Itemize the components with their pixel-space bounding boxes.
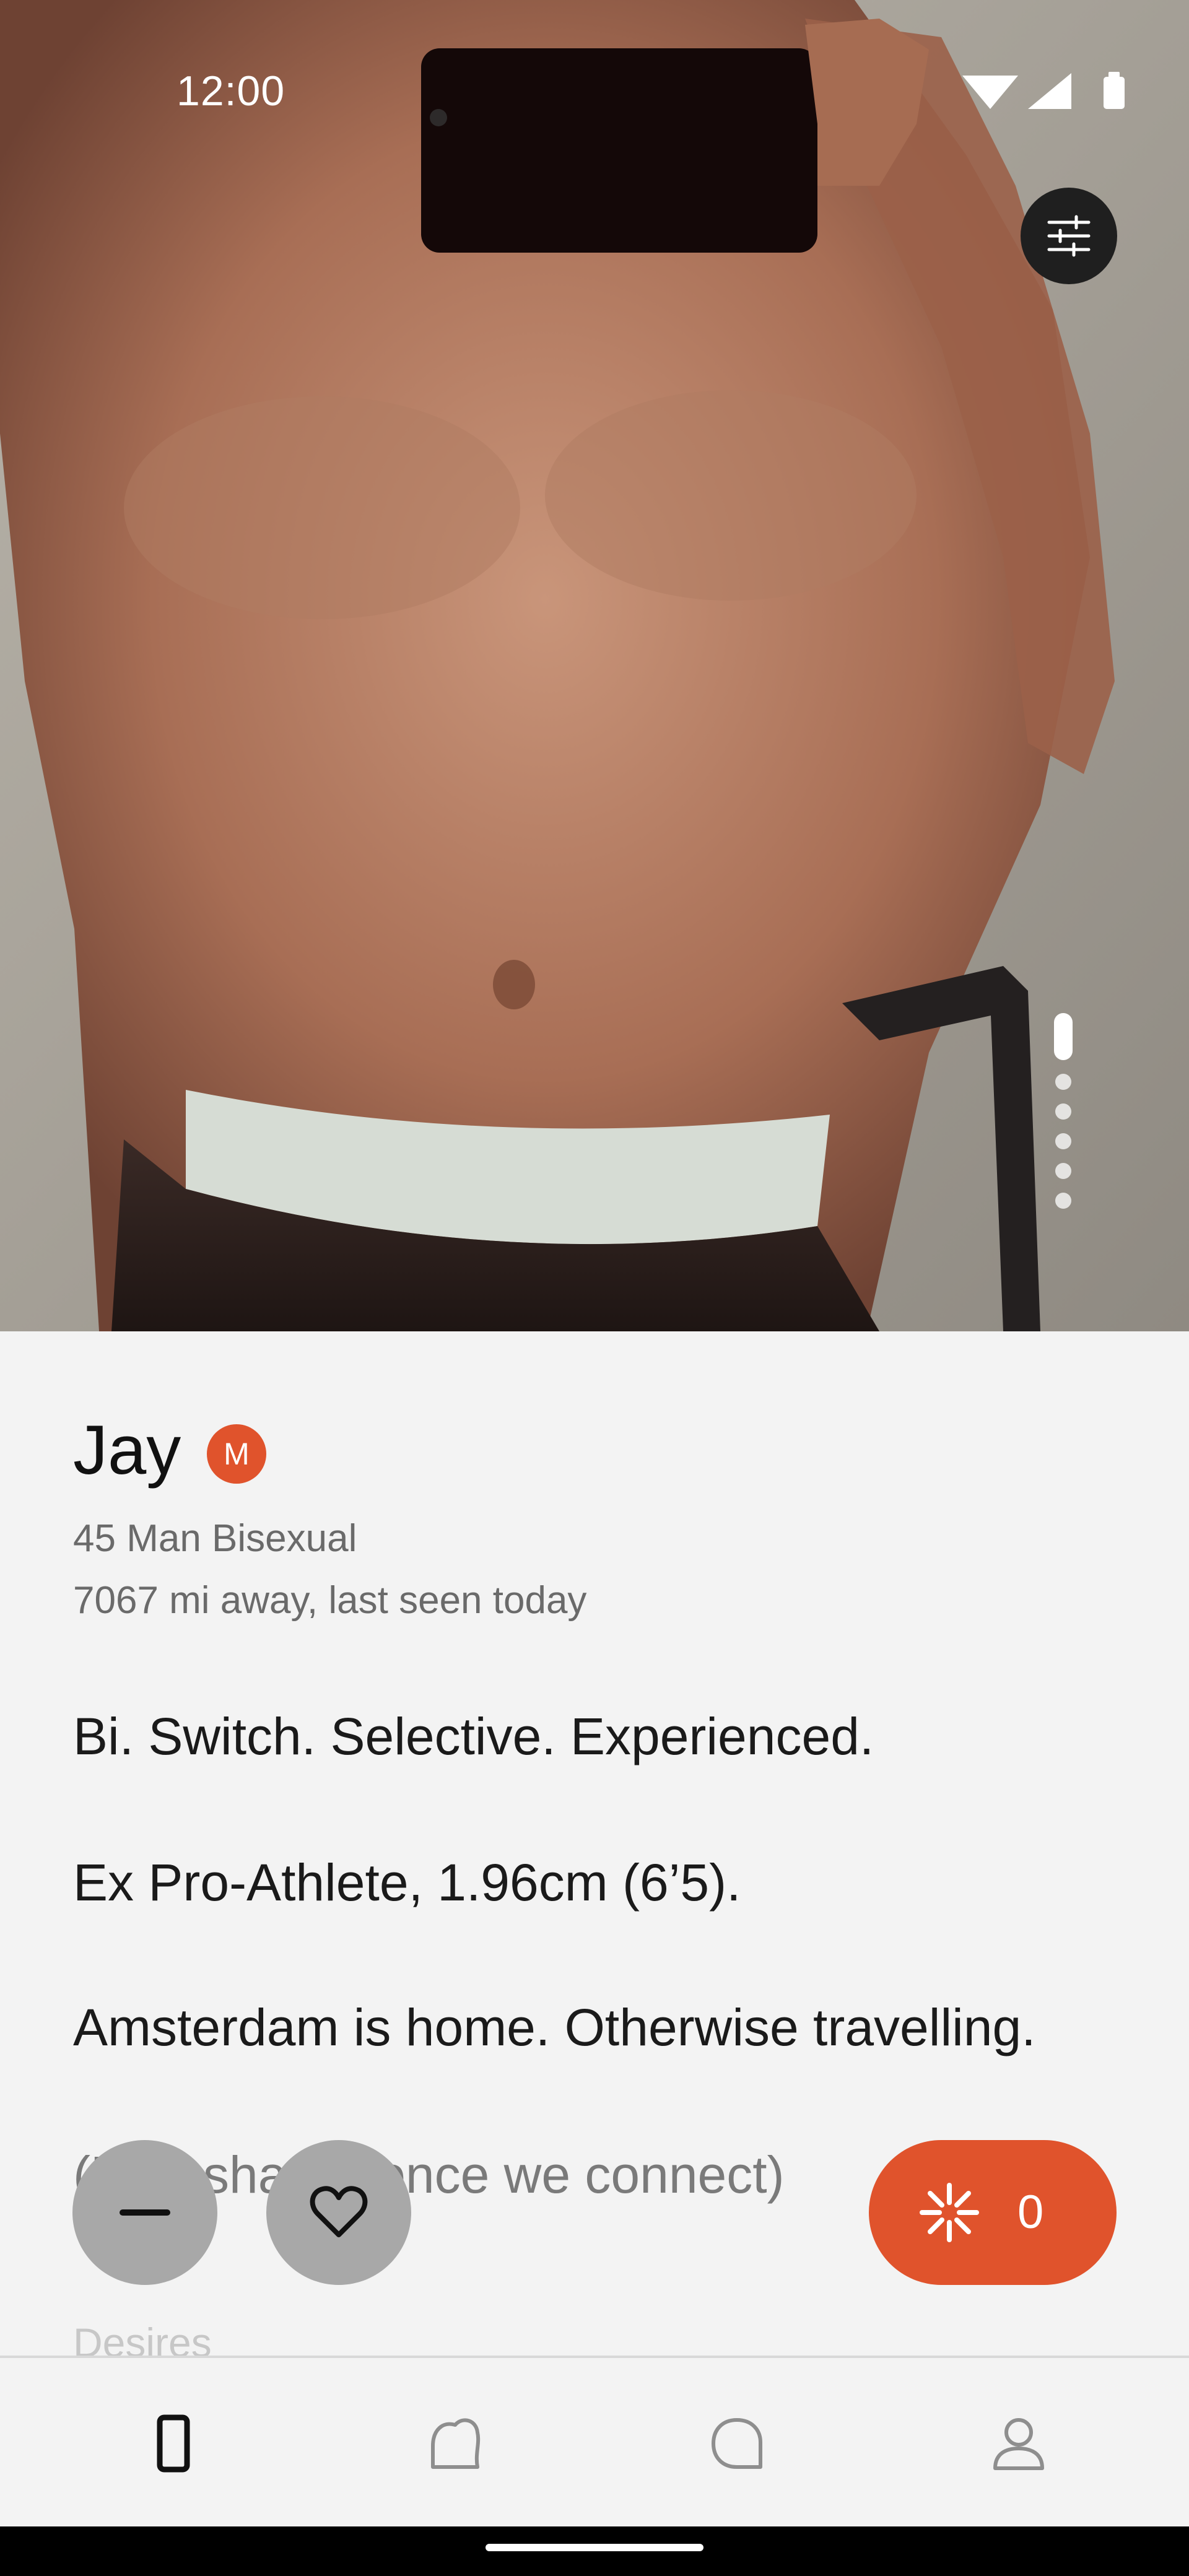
- person-icon: [993, 2418, 1044, 2470]
- sliders-icon: [1047, 215, 1091, 257]
- pager-dot-active[interactable]: [1054, 1013, 1073, 1060]
- profile-photo[interactable]: 12:00: [0, 0, 1189, 1331]
- heart-icon: [310, 2186, 368, 2237]
- pager-dot[interactable]: [1055, 1103, 1071, 1120]
- member-badge: M: [207, 1424, 266, 1484]
- profile-name: Jay: [73, 1411, 181, 1489]
- status-time: 12:00: [176, 67, 285, 115]
- pager-dot[interactable]: [1055, 1133, 1071, 1149]
- cellular-signal-icon: [1028, 73, 1071, 109]
- pager-dot[interactable]: [1055, 1074, 1071, 1090]
- bio-line: Bi. Switch. Selective. Experienced.: [73, 1707, 874, 1765]
- bio-line: Ex Pro-Athlete, 1.96cm (6’5).: [73, 1853, 741, 1912]
- dislike-button[interactable]: [72, 2140, 217, 2285]
- bottom-navigation: [0, 2356, 1189, 2529]
- home-indicator[interactable]: [486, 2544, 703, 2551]
- nav-profile[interactable]: [870, 2358, 1167, 2529]
- status-bar: 12:00: [0, 0, 1189, 186]
- chat-bubble-icon: [712, 2418, 762, 2469]
- pager-dot[interactable]: [1055, 1163, 1071, 1179]
- pager-dot[interactable]: [1055, 1193, 1071, 1209]
- spark-count: 0: [1017, 2186, 1044, 2239]
- system-gesture-bar: [0, 2526, 1189, 2576]
- profile-photo-image: [0, 0, 1189, 1331]
- photo-pager[interactable]: [1054, 1013, 1073, 1217]
- filter-button[interactable]: [1021, 188, 1117, 284]
- bubble-blob-icon: [431, 2418, 481, 2469]
- spark-icon: [920, 2183, 979, 2242]
- nav-discover[interactable]: [25, 2358, 322, 2529]
- profile-details: 45 Man Bisexual: [73, 1517, 357, 1560]
- card-icon: [157, 2414, 190, 2473]
- wifi-icon: [962, 76, 1018, 109]
- nav-likes[interactable]: [307, 2358, 604, 2529]
- battery-icon: [1104, 72, 1125, 109]
- nav-chats[interactable]: [588, 2358, 886, 2529]
- spark-button[interactable]: 0: [869, 2140, 1117, 2285]
- profile-distance: 7067 mi away, last seen today: [73, 1579, 587, 1622]
- minus-icon: [120, 2209, 170, 2216]
- status-icons: [962, 72, 1125, 109]
- bio-line: Amsterdam is home. Otherwise travelling.: [73, 1998, 1036, 2056]
- like-button[interactable]: [266, 2140, 411, 2285]
